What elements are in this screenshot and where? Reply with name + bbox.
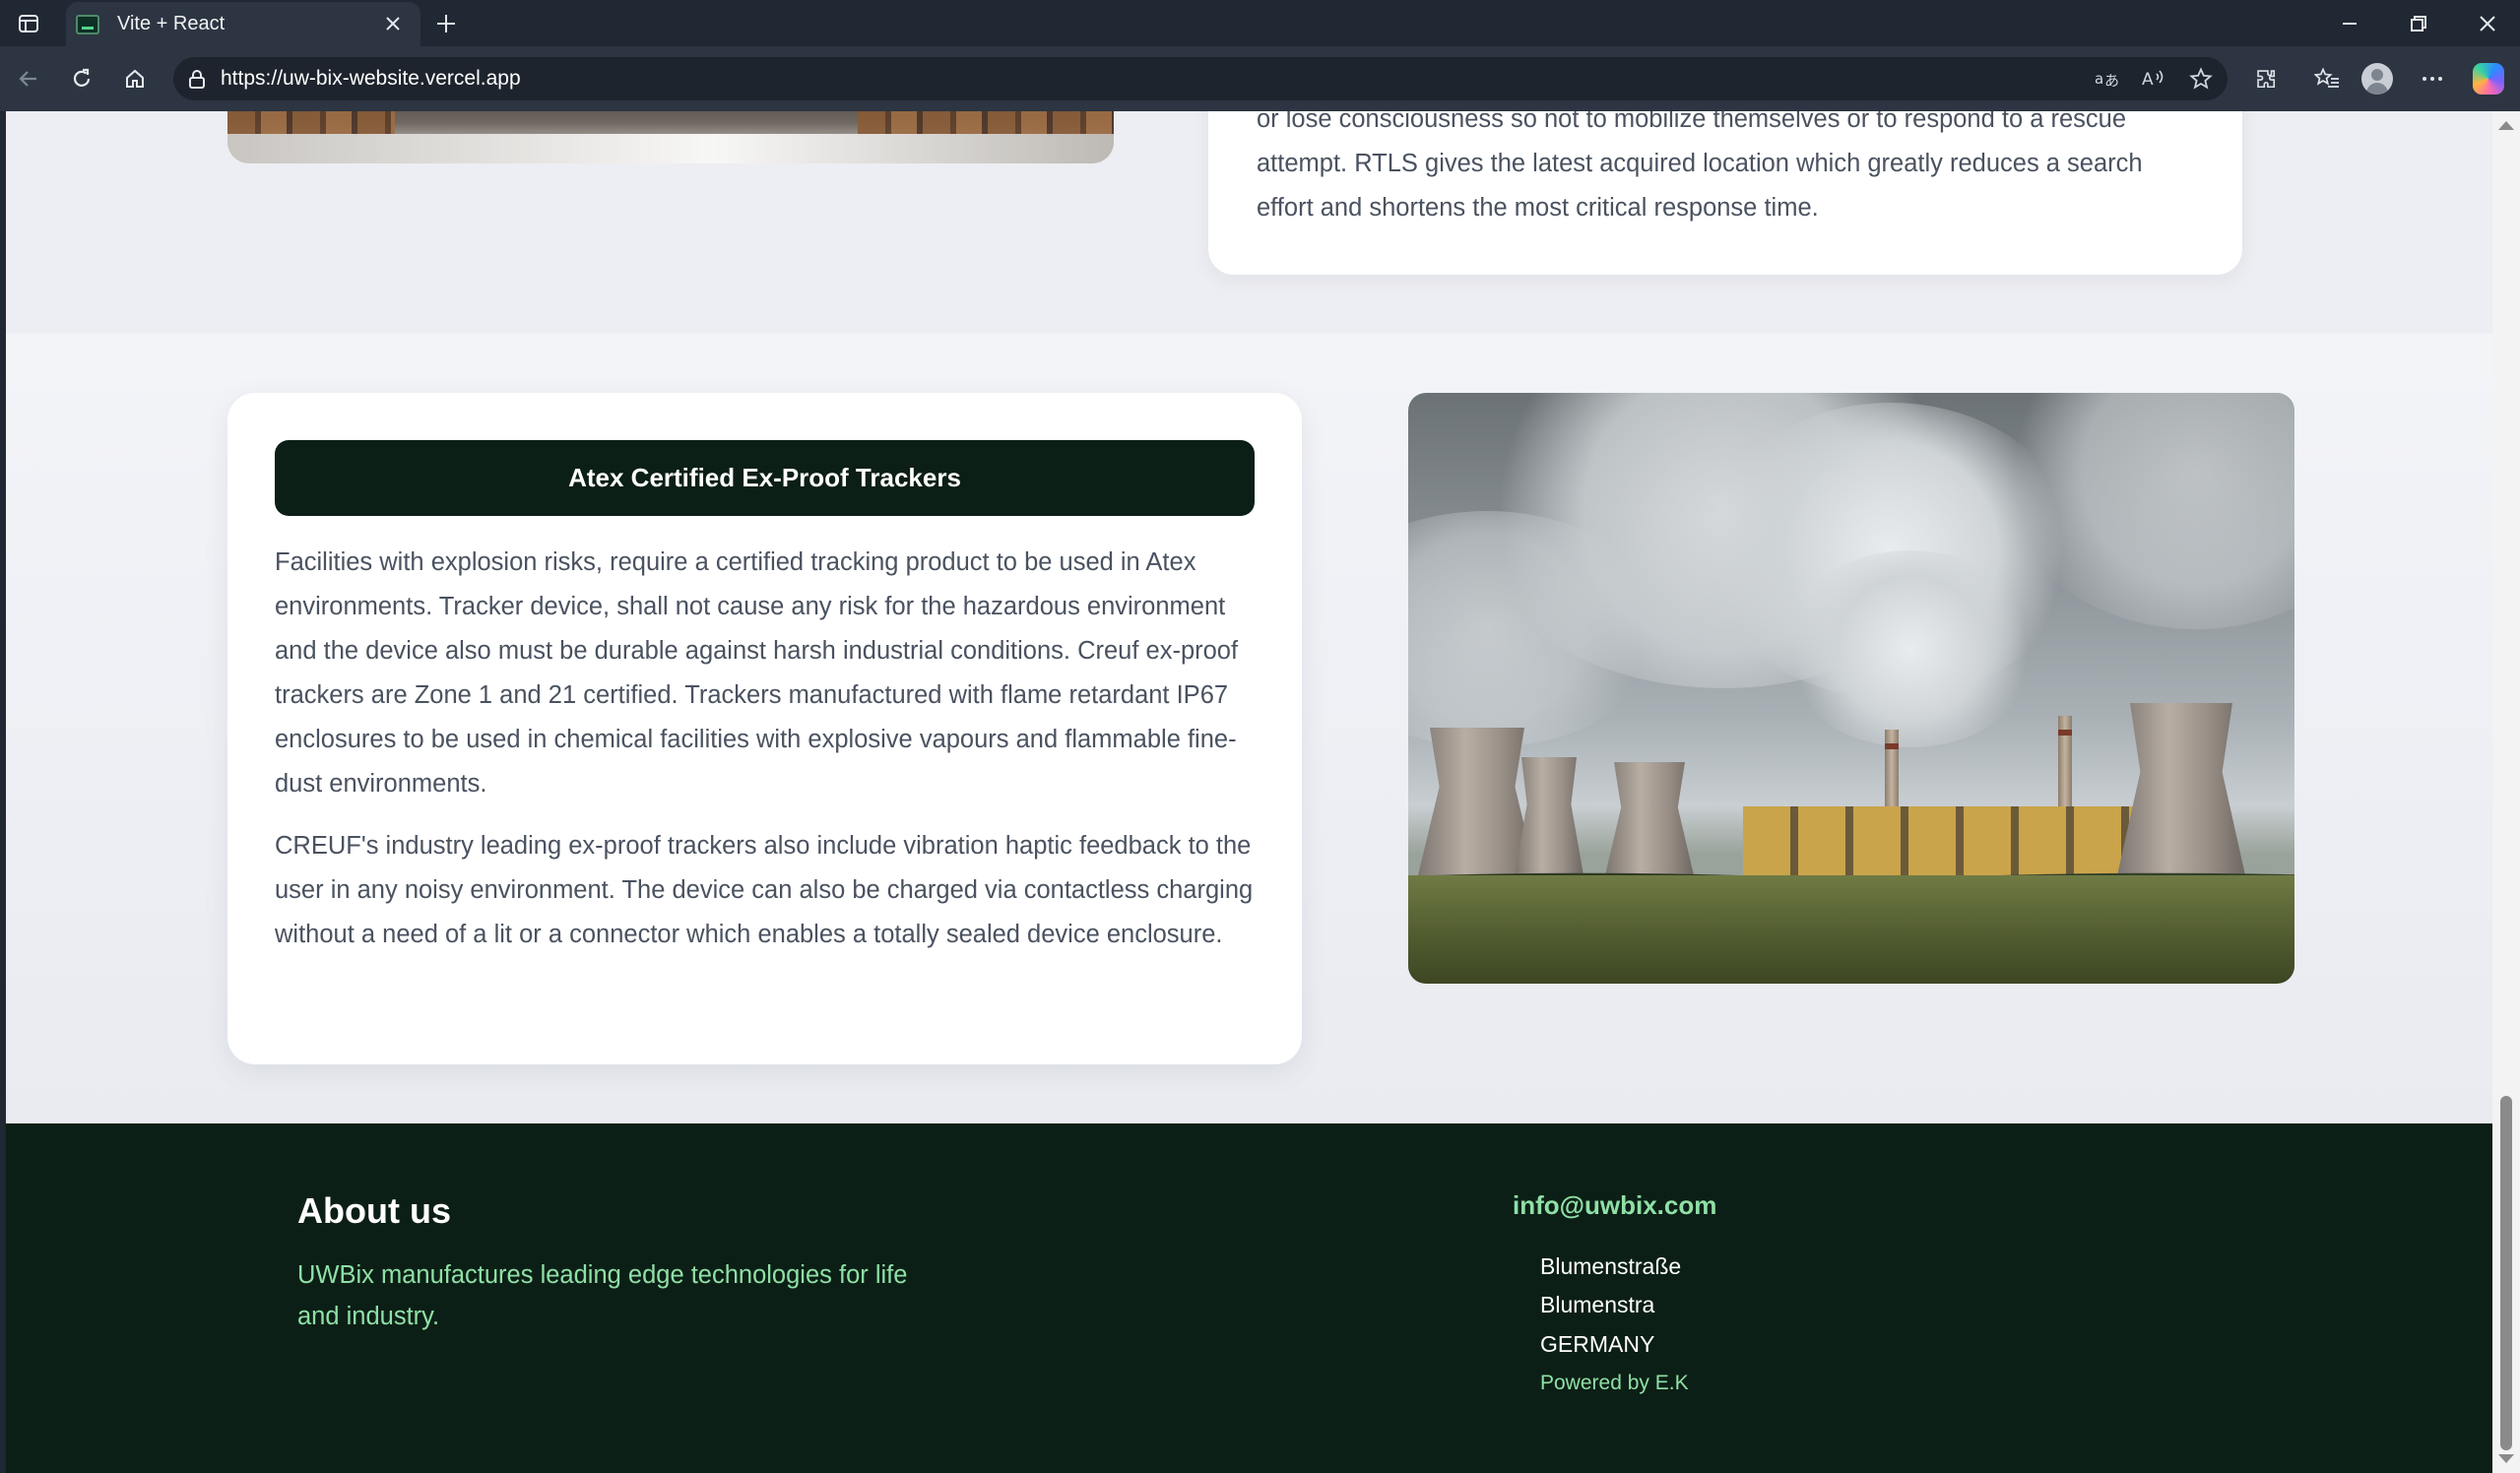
scrollbar-thumb[interactable] bbox=[2500, 1096, 2512, 1450]
footer-powered-by[interactable]: Powered by E.K bbox=[1540, 1372, 1689, 1395]
svg-text:あ: あ bbox=[2104, 72, 2119, 90]
atex-text-card: Atex Certified Ex-Proof Trackers Facilit… bbox=[227, 393, 1302, 1064]
rtls-section: or lose consciousness so not to mobilize… bbox=[6, 111, 2492, 334]
read-aloud-icon[interactable]: A bbox=[2137, 62, 2170, 96]
footer-address-line-3: GERMANY bbox=[1540, 1331, 1655, 1357]
close-window-icon[interactable] bbox=[2458, 4, 2517, 43]
svg-text:a: a bbox=[2095, 70, 2103, 88]
rtls-paragraph: or lose consciousness so not to mobilize… bbox=[1257, 111, 2143, 222]
minimize-icon[interactable] bbox=[2320, 4, 2379, 43]
footer-address-line-1: Blumenstraße bbox=[1540, 1253, 1682, 1279]
footer-about-title: About us bbox=[297, 1190, 451, 1231]
new-tab-icon[interactable] bbox=[429, 7, 463, 40]
svg-text:A: A bbox=[2142, 70, 2154, 90]
footer-email-link[interactable]: info@uwbix.com bbox=[1513, 1190, 1716, 1221]
translate-icon[interactable]: aあ bbox=[2090, 62, 2123, 96]
tab-actions-icon[interactable] bbox=[12, 9, 45, 38]
footer-about-text: UWBix manufactures leading edge technolo… bbox=[297, 1261, 908, 1330]
address-bar[interactable]: https://uw-bix-website.vercel.app aあ A bbox=[173, 57, 2228, 100]
back-icon[interactable] bbox=[10, 60, 47, 97]
site-favicon-icon bbox=[76, 14, 99, 34]
warehouse-image bbox=[227, 111, 1114, 163]
url-text[interactable]: https://uw-bix-website.vercel.app bbox=[221, 67, 521, 91]
scroll-up-arrow-icon[interactable] bbox=[2498, 121, 2514, 130]
power-plant-image bbox=[1408, 393, 2294, 984]
favorite-star-icon[interactable] bbox=[2184, 62, 2218, 96]
browser-tab-bar: Vite + React bbox=[0, 0, 2520, 46]
copilot-icon[interactable] bbox=[2473, 63, 2504, 95]
profile-avatar[interactable] bbox=[2361, 63, 2393, 95]
atex-title-bar: Atex Certified Ex-Proof Trackers bbox=[275, 440, 1255, 516]
atex-paragraph-2: CREUF's industry leading ex-proof tracke… bbox=[275, 832, 1254, 948]
browser-tab[interactable]: Vite + React bbox=[66, 2, 420, 46]
footer-address-line-2: Blumenstra bbox=[1540, 1292, 1655, 1317]
rtls-text-card: or lose consciousness so not to mobilize… bbox=[1208, 111, 2242, 275]
lock-icon[interactable] bbox=[185, 67, 209, 91]
smoke-plume bbox=[1782, 550, 2038, 747]
cooling-tower bbox=[2117, 703, 2245, 875]
page-viewport: or lose consciousness so not to mobilize… bbox=[6, 111, 2492, 1473]
browser-toolbar: https://uw-bix-website.vercel.app aあ A bbox=[0, 46, 2520, 111]
grass-field bbox=[1408, 875, 2294, 984]
tab-title: Vite + React bbox=[117, 13, 226, 34]
home-icon[interactable] bbox=[116, 60, 154, 97]
favorites-icon[interactable] bbox=[2308, 60, 2346, 97]
restore-icon[interactable] bbox=[2389, 4, 2448, 43]
atex-section: Atex Certified Ex-Proof Trackers Facilit… bbox=[6, 334, 2492, 1123]
atex-paragraph-1: Facilities with explosion risks, require… bbox=[275, 548, 1239, 798]
close-icon[interactable] bbox=[379, 10, 407, 37]
scroll-down-arrow-icon[interactable] bbox=[2498, 1454, 2514, 1463]
footer: About us UWBix manufactures leading edge… bbox=[6, 1123, 2492, 1473]
extensions-icon[interactable] bbox=[2247, 60, 2285, 97]
warehouse-floor bbox=[227, 134, 1114, 163]
more-icon[interactable] bbox=[2414, 60, 2451, 97]
refresh-icon[interactable] bbox=[63, 60, 100, 97]
page-scrollbar[interactable] bbox=[2492, 111, 2520, 1473]
